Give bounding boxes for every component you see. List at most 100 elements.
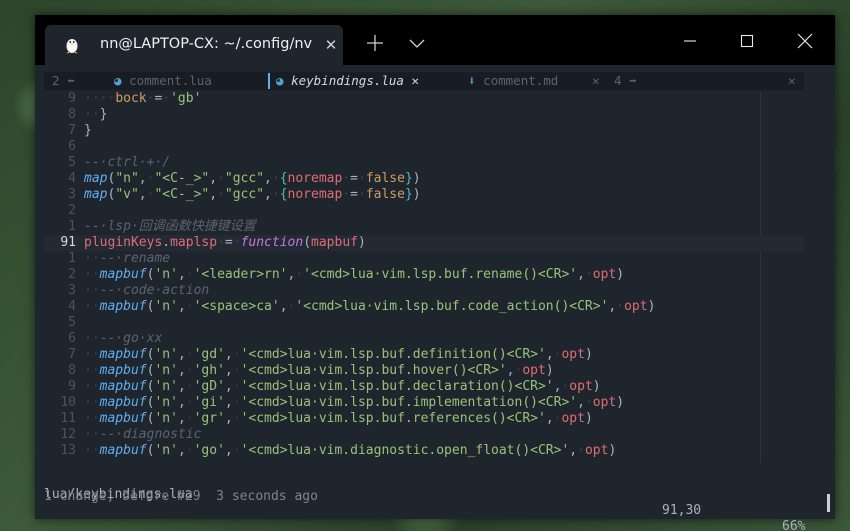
editor-area[interactable]: 9 ····bock·=·'gb' 8 ··} 7} 6 5 --·ctrl·+·/4 map(…: [44, 91, 804, 463]
code-token: ·: [185, 395, 194, 410]
code-token: ··: [84, 363, 100, 378]
code-line[interactable]: 9 ··mapbuf('n',·'gD',·'<cmd>lua·vim.lsp.b…: [44, 379, 804, 395]
code-token: ·: [342, 187, 351, 202]
code-token: ·: [217, 187, 225, 202]
code-line[interactable]: 4 ··mapbuf('n',·'<space>ca',·'<cmd>lua·vi…: [44, 299, 804, 315]
code-token: ··: [84, 395, 100, 410]
code-token: ·: [616, 299, 625, 314]
code-token: '<leader>rn': [193, 267, 288, 282]
code-text: ··mapbuf('n',·'gi',·'<cmd>lua·vim.lsp.bu…: [84, 395, 624, 411]
code-text: }: [84, 123, 92, 139]
status-cursor-position: 91,30: [662, 503, 702, 518]
code-token: ,: [177, 379, 186, 394]
code-line[interactable]: 9 ····bock·=·'gb': [44, 91, 804, 107]
close-tab-button[interactable]: ✕: [323, 35, 339, 55]
code-line-current[interactable]: 91 pluginKeys.maplsp·=·function(mapbuf): [44, 235, 804, 251]
code-token: ··: [84, 443, 100, 458]
code-token: bock: [115, 91, 147, 106]
code-token: "<C-_>": [154, 171, 210, 186]
buffer-line: 2 ⬅ ◕ comment.lua ◕ keybindings.lua ✕ ⬇ …: [44, 72, 804, 90]
code-token: ··: [84, 427, 100, 442]
code-line[interactable]: 13 ··mapbuf('n',·'go',·'<cmd>lua·vim.diag…: [44, 443, 804, 459]
maximize-button[interactable]: [733, 27, 761, 55]
code-token: ): [412, 187, 421, 202]
code-line[interactable]: 6 ··--·go·xx: [44, 331, 804, 347]
code-token: ·: [185, 379, 194, 394]
title-bar[interactable]: nn@LAPTOP-CX: ~/.config/nvim ✕: [35, 15, 835, 65]
code-token: {: [279, 171, 288, 186]
code-line[interactable]: 3 ··--·code·action: [44, 283, 804, 299]
code-line[interactable]: 6: [44, 139, 804, 155]
code-text: ··--·diagnostic: [84, 427, 201, 443]
code-token: ··: [84, 411, 100, 426]
code-token: opt: [561, 347, 585, 362]
code-line[interactable]: 10 ··mapbuf('n',·'gi',·'<cmd>lua·vim.lsp.…: [44, 395, 804, 411]
buffer-tab-keybindings-lua[interactable]: ◕ keybindings.lua ✕: [276, 72, 419, 90]
close-buffer-icon[interactable]: ✕: [411, 73, 419, 88]
code-text: map("v",·"<C-_>",·"gcc",·{noremap·=·fals…: [84, 187, 421, 203]
code-token: 'n': [154, 411, 178, 426]
code-line[interactable]: 11 ··mapbuf('n',·'gr',·'<cmd>lua·vim.lsp.…: [44, 411, 804, 427]
close-buffer-icon[interactable]: ✕: [592, 72, 600, 90]
code-token: ·: [584, 267, 593, 282]
code-line[interactable]: 5 --·ctrl·+·/: [44, 155, 804, 171]
code-line[interactable]: 1 --·lsp·回调函数快捷键设置: [44, 219, 804, 235]
code-line[interactable]: 8 ··}: [44, 107, 804, 123]
line-number: 2: [68, 267, 76, 282]
buffer-tab-comment-md[interactable]: ⬇ comment.md: [468, 72, 558, 90]
code-token: ·: [185, 443, 194, 458]
line-number: 9: [68, 91, 76, 106]
code-token: mapbuf: [99, 395, 147, 410]
code-token: ··: [84, 299, 100, 314]
minimize-button[interactable]: [676, 27, 704, 55]
code-token: ,: [177, 347, 186, 362]
terminal-tab[interactable]: nn@LAPTOP-CX: ~/.config/nvim ✕: [45, 25, 343, 65]
code-token: =: [350, 187, 358, 202]
code-line[interactable]: 12 ··--·diagnostic: [44, 427, 804, 443]
line-number: 3: [68, 187, 76, 202]
code-token: 'n': [154, 363, 178, 378]
new-tab-button[interactable]: [363, 31, 387, 55]
buffer-tab-comment-lua[interactable]: ◕ comment.lua: [114, 72, 212, 90]
code-token: 'gd': [193, 347, 225, 362]
code-line[interactable]: 7 ··mapbuf('n',·'gd',·'<cmd>lua·vim.lsp.b…: [44, 347, 804, 363]
code-text: ··--·go·xx: [84, 331, 162, 347]
code-token: }: [404, 187, 413, 202]
buffer-left-count[interactable]: 2 ⬅: [52, 72, 75, 90]
code-line[interactable]: 3 map("v",·"<C-_>",·"gcc",·{noremap·=·fal…: [44, 187, 804, 203]
status-line: lua/keybindings.lua 91,30 66%: [44, 471, 805, 531]
code-token: 'n': [154, 443, 178, 458]
code-token: =: [350, 171, 358, 186]
code-line[interactable]: 1 ··--·rename: [44, 251, 804, 267]
code-line[interactable]: 5: [44, 315, 804, 331]
buffer-right-count[interactable]: 4 ➡: [614, 72, 637, 90]
markdown-icon: ⬇: [468, 73, 476, 88]
code-line[interactable]: 2 ··mapbuf('n',·'<leader>rn',·'<cmd>lua·v…: [44, 267, 804, 283]
code-token: --·go·xx: [99, 331, 163, 346]
line-number: 10: [60, 395, 76, 410]
code-token: ·: [342, 171, 351, 186]
code-token: mapbuf: [99, 443, 147, 458]
scrollbar-thumb[interactable]: [827, 494, 830, 512]
terminal-window: nn@LAPTOP-CX: ~/.config/nvim ✕ 2 ⬅ ◕ com…: [35, 15, 835, 531]
close-window-button[interactable]: [791, 27, 819, 55]
code-token: --·code·action: [99, 283, 210, 298]
terminal-content[interactable]: 2 ⬅ ◕ comment.lua ◕ keybindings.lua ✕ ⬇ …: [35, 65, 835, 531]
code-line[interactable]: 8 ··mapbuf('n',·'gh',·'<cmd>lua·vim.lsp.b…: [44, 363, 804, 379]
code-token: =: [224, 235, 233, 250]
code-token: 'gr': [193, 411, 225, 426]
close-all-buffers-icon[interactable]: ✕: [788, 72, 796, 90]
code-token: ,: [177, 299, 186, 314]
code-token: ··: [84, 251, 100, 266]
tab-dropdown-chevron-icon[interactable]: [405, 31, 429, 55]
code-token: ,: [577, 267, 585, 282]
line-number: 6: [68, 139, 76, 154]
code-token: ··: [84, 379, 100, 394]
code-line[interactable]: 2: [44, 203, 804, 219]
line-number: 5: [68, 155, 76, 170]
code-token: ·: [232, 379, 241, 394]
code-token: '<cmd>lua·vim.lsp.buf.definition()<CR>': [240, 347, 546, 362]
code-line[interactable]: 7}: [44, 123, 804, 139]
code-token: 'gb': [170, 91, 202, 106]
code-line[interactable]: 4 map("n",·"<C-_>",·"gcc",·{noremap·=·fal…: [44, 171, 804, 187]
